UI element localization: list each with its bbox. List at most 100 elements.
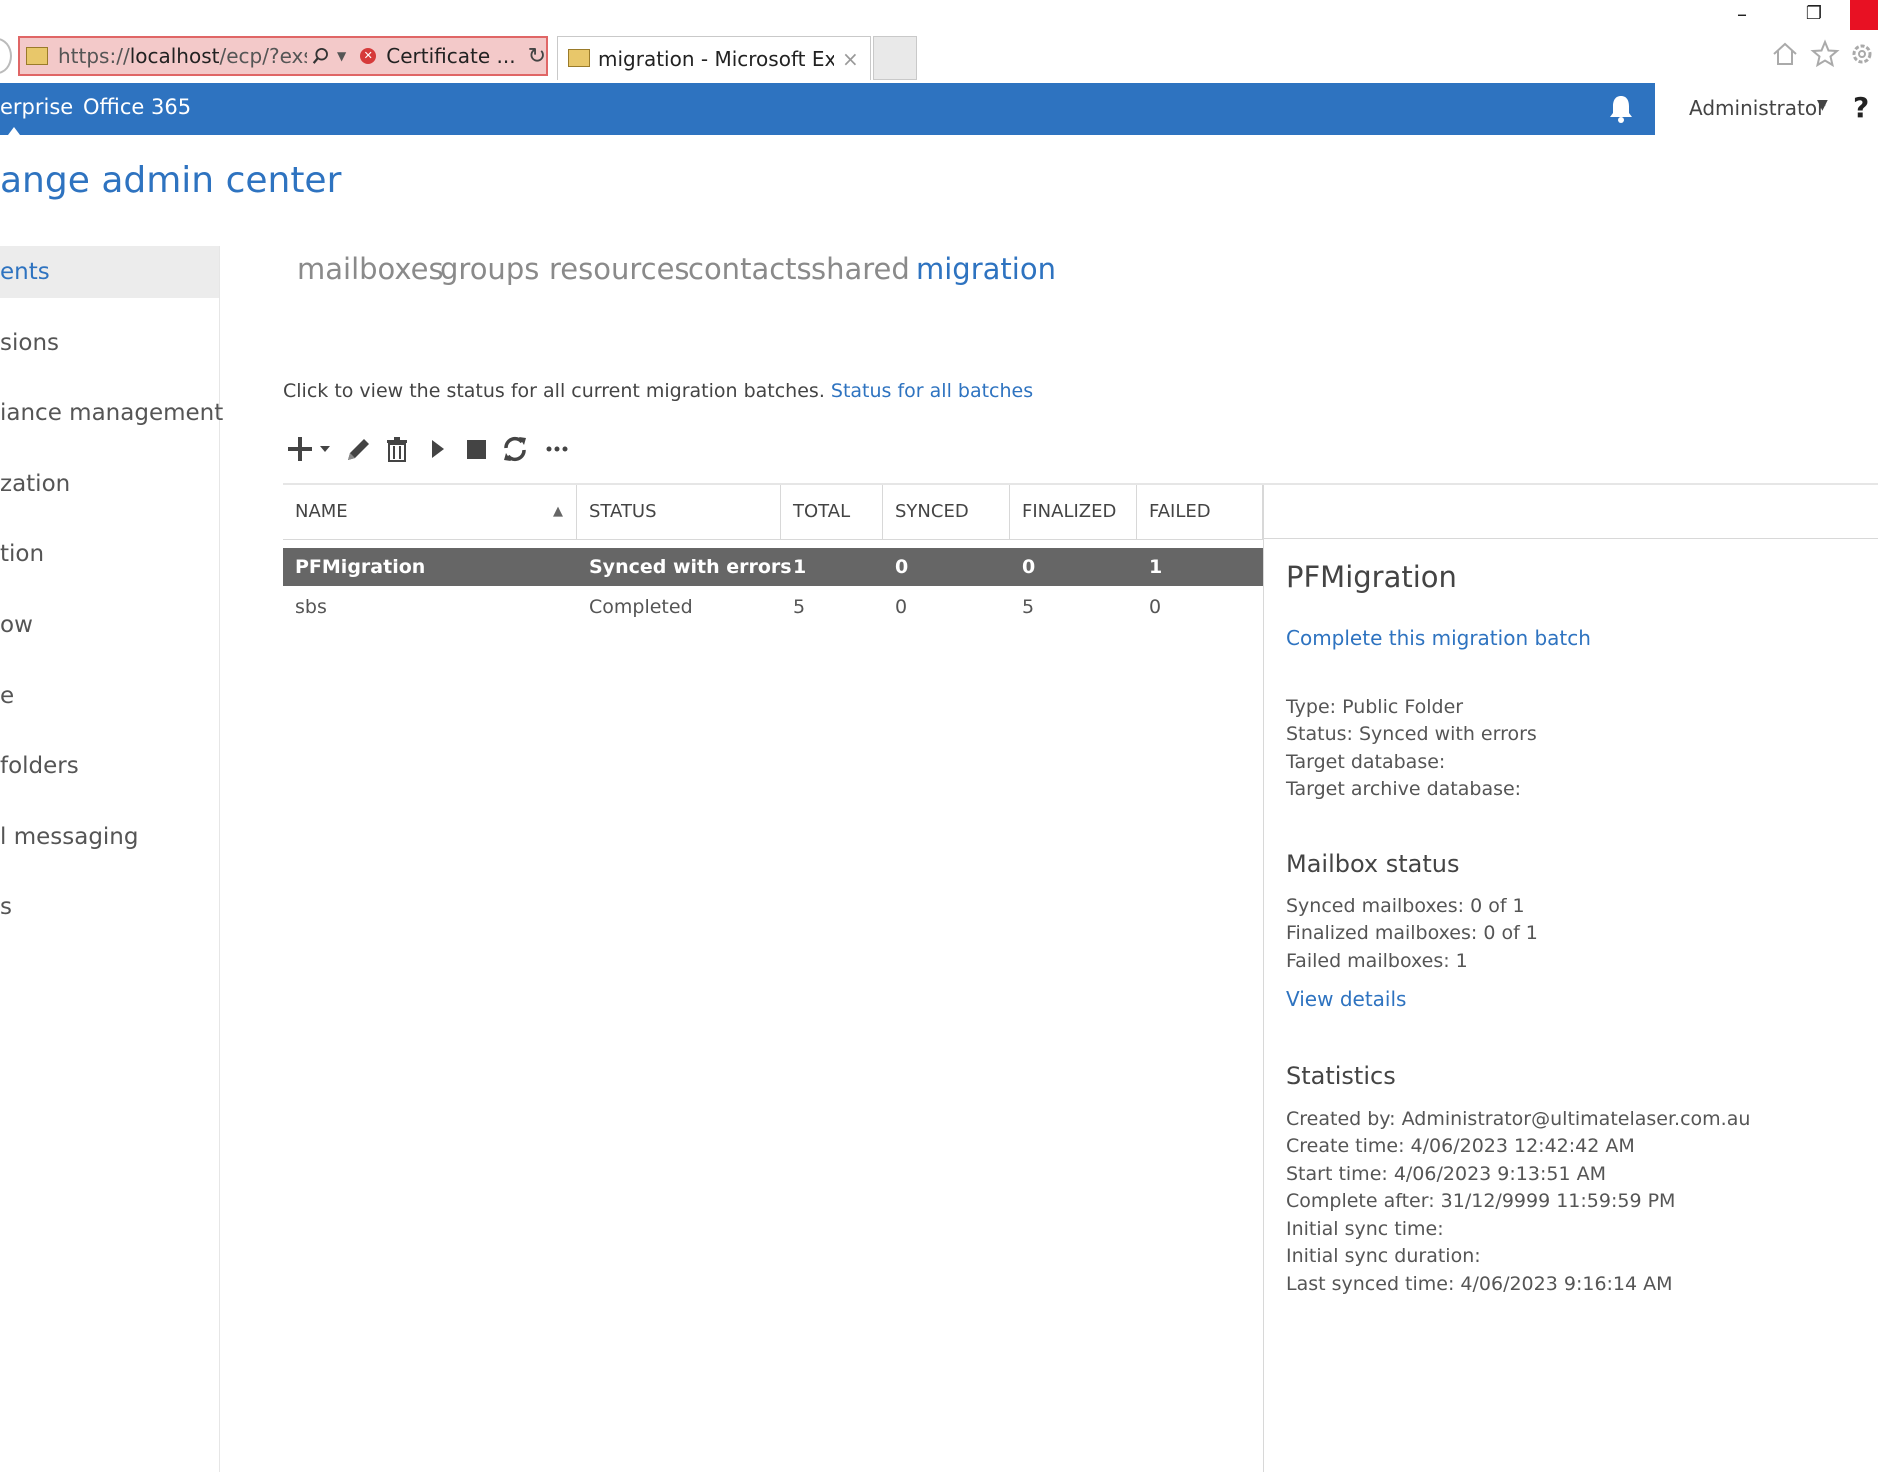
cell-finalized: 0 [1022,556,1036,578]
cell-failed: 0 [1149,596,1162,618]
active-indicator [8,127,20,135]
table-row[interactable]: PFMigration Synced with errors 1 0 0 1 [283,548,1263,586]
info-text: Click to view the status for all current… [283,380,1033,402]
detail-complete-after: Complete after: 31/12/9999 11:59:59 PM [1286,1190,1676,1212]
tab-contacts[interactable]: contacts [688,252,812,286]
tab-resources[interactable]: resources [549,252,690,286]
minimize-button[interactable]: – [1718,0,1766,28]
certificate-error-icon: ✕ [360,48,377,64]
edit-button[interactable] [342,432,372,466]
details-pane-divider [1263,485,1264,1472]
user-menu[interactable]: Administrator ▼ ? [1655,83,1878,135]
detail-status: Status: Synced with errors [1286,723,1537,745]
detail-initial-sync-time: Initial sync time: [1286,1218,1444,1240]
back-button[interactable] [0,38,12,74]
mailbox-status-heading: Mailbox status [1286,850,1460,878]
start-button[interactable] [422,432,452,466]
nav-item-mail-flow[interactable]: ow [0,599,219,651]
column-header-finalized[interactable]: FINALIZED [1010,485,1137,539]
delete-button[interactable] [382,432,412,466]
nav-item-organization[interactable]: zation [0,458,219,510]
notification-bell-icon[interactable] [1606,93,1636,125]
enterprise-link[interactable]: erprise [0,95,73,119]
sort-ascending-icon: ▲ [553,504,563,519]
edit-icon [348,439,369,460]
stop-icon [467,440,486,459]
tab-groups[interactable]: groups [440,252,539,286]
cell-total: 5 [793,596,806,618]
more-button[interactable] [540,432,574,466]
add-button[interactable] [286,432,334,466]
browser-chrome: https://localhost/ecp/?exsvurl= ▼ ✕ Cert… [0,0,1878,83]
restore-button[interactable]: ❐ [1790,0,1838,28]
statistics-heading: Statistics [1286,1062,1396,1090]
nav-item-mobile[interactable]: e [0,670,219,722]
cell-finalized: 5 [1022,596,1035,618]
cell-failed: 1 [1149,556,1163,578]
top-navigation-bar: erprise Office 365 Administrator ▼ ? [0,83,1878,135]
browser-tab-active[interactable]: migration - Microsoft Exch... × [557,36,871,80]
refresh-icon[interactable]: ↻ [528,44,546,69]
user-menu-caret-icon: ▼ [1817,97,1828,113]
detail-start-time: Start time: 4/06/2023 9:13:51 AM [1286,1163,1606,1185]
detail-failed-mailboxes: Failed mailboxes: 1 [1286,950,1468,972]
refresh-icon [504,436,526,462]
column-header-status[interactable]: STATUS [577,485,781,539]
nav-item-permissions[interactable]: sions [0,317,219,369]
refresh-button[interactable] [500,432,530,466]
detail-synced-mailboxes: Synced mailboxes: 0 of 1 [1286,895,1525,917]
details-title: PFMigration [1286,560,1457,594]
grid-header: NAME ▲ STATUS TOTAL SYNCED FINALIZED FAI… [283,485,1263,540]
complete-batch-link[interactable]: Complete this migration batch [1286,626,1591,650]
column-header-name[interactable]: NAME ▲ [283,485,577,539]
detail-last-synced-time: Last synced time: 4/06/2023 9:16:14 AM [1286,1273,1673,1295]
detail-target-database: Target database: [1286,751,1446,773]
nav-item-compliance-management[interactable]: iance management [0,387,223,439]
tab-shared[interactable]: shared [811,252,910,286]
nav-item-unified-messaging[interactable]: l messaging [0,811,219,863]
detail-finalized-mailboxes: Finalized mailboxes: 0 of 1 [1286,922,1538,944]
exchange-favicon-icon [26,47,48,65]
column-header-failed[interactable]: FAILED [1137,485,1263,539]
cell-synced: 0 [895,556,909,578]
nav-item-servers[interactable]: s [0,881,219,933]
address-bar[interactable]: https://localhost/ecp/?exsvurl= ▼ ✕ Cert… [18,36,548,76]
exchange-favicon-icon [568,49,590,67]
status-all-batches-link[interactable]: Status for all batches [831,380,1033,402]
close-window-button[interactable] [1850,0,1878,30]
nav-item-protection[interactable]: tion [0,528,219,580]
left-navigation: ents sions iance management zation tion … [0,246,223,1472]
new-tab-button[interactable] [873,36,917,80]
info-description: Click to view the status for all current… [283,380,825,402]
nav-item-public-folders[interactable]: folders [0,740,219,792]
tab-migration[interactable]: migration [916,252,1056,286]
user-name: Administrator [1689,96,1826,120]
add-icon [288,437,330,461]
details-header-border [1263,538,1878,539]
nav-item-recipients[interactable]: ents [0,246,219,298]
certificate-error[interactable]: ✕ Certificate ... [360,44,516,68]
detail-created-by: Created by: Administrator@ultimatelaser.… [1286,1108,1751,1130]
tab-close-icon[interactable]: × [842,47,859,71]
cell-name: sbs [295,596,327,618]
address-url: https://localhost/ecp/?exsvurl= [58,44,307,68]
cell-synced: 0 [895,596,908,618]
favorites-star-icon[interactable] [1810,39,1840,69]
cell-name: PFMigration [295,556,426,578]
page-title: ange admin center [0,160,342,201]
table-row[interactable]: sbs Completed 5 0 5 0 [283,588,1263,626]
dropdown-icon[interactable]: ▼ [337,49,346,63]
tab-mailboxes[interactable]: mailboxes [297,252,444,286]
detail-target-archive-database: Target archive database: [1286,778,1522,800]
stop-button[interactable] [461,432,491,466]
help-button[interactable]: ? [1853,91,1869,124]
settings-gear-icon[interactable] [1848,40,1876,68]
office365-link[interactable]: Office 365 [83,95,191,119]
cell-total: 1 [793,556,807,578]
column-header-synced[interactable]: SYNCED [883,485,1010,539]
home-icon[interactable] [1771,40,1799,68]
view-details-link[interactable]: View details [1286,987,1406,1011]
search-icon[interactable] [311,45,331,67]
column-header-total[interactable]: TOTAL [781,485,883,539]
detail-create-time: Create time: 4/06/2023 12:42:42 AM [1286,1135,1635,1157]
